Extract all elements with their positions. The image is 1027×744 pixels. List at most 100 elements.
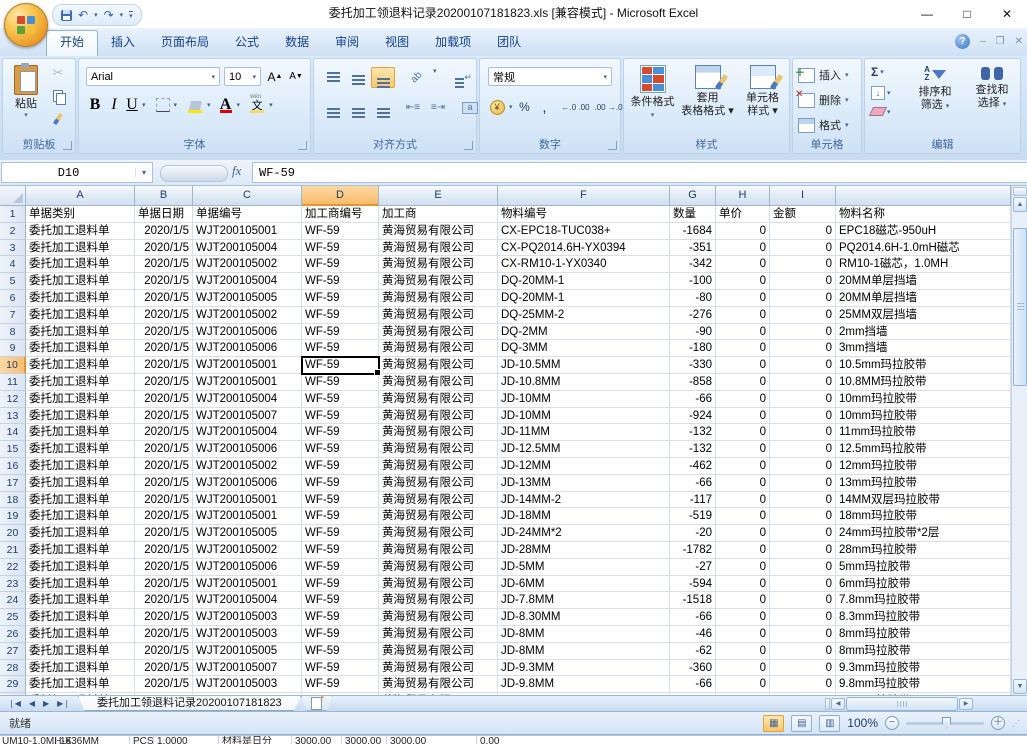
cell-B5[interactable]: 2020/1/5 (135, 273, 193, 290)
cell-A23[interactable]: 委托加工退料单 (26, 576, 135, 593)
cell-A21[interactable]: 委托加工退料单 (26, 542, 135, 559)
column-header-C[interactable]: C (193, 186, 302, 206)
cell-H18[interactable]: 0 (716, 492, 770, 509)
cell-B25[interactable]: 2020/1/5 (135, 609, 193, 626)
tab-split-handle[interactable] (825, 698, 830, 710)
align-top-button[interactable] (321, 67, 345, 88)
cell-J7[interactable]: 25MM双层挡墙 (836, 307, 1011, 324)
cell-I23[interactable]: 0 (770, 576, 836, 593)
cell-C23[interactable]: WJT200105001 (193, 576, 302, 593)
cell-C20[interactable]: WJT200105005 (193, 525, 302, 542)
cell-G5[interactable]: -100 (670, 273, 716, 290)
cell-E1[interactable]: 加工商 (379, 206, 498, 223)
increase-indent-button[interactable]: ≡⇥ (426, 97, 450, 118)
cell-G20[interactable]: -20 (670, 525, 716, 542)
cell-H3[interactable]: 0 (716, 240, 770, 257)
cell-F24[interactable]: JD-7.8MM (498, 592, 670, 609)
prev-sheet-button[interactable]: ◀ (29, 699, 35, 708)
undo-dropdown[interactable]: ▾ (94, 11, 98, 19)
cell-J10[interactable]: 10.5mm玛拉胶带 (836, 357, 1011, 374)
cell-J11[interactable]: 10.8MM玛拉胶带 (836, 374, 1011, 391)
cell-E7[interactable]: 黄海贸易有限公司 (379, 307, 498, 324)
cell-E13[interactable]: 黄海贸易有限公司 (379, 408, 498, 425)
row-header-5[interactable]: 5 (0, 273, 26, 290)
cell-I16[interactable]: 0 (770, 458, 836, 475)
phonetic-guide-button[interactable]: wén 文 (247, 95, 267, 115)
cell-J13[interactable]: 10mm玛拉胶带 (836, 408, 1011, 425)
cell-C1[interactable]: 单据编号 (193, 206, 302, 223)
row-header-24[interactable]: 24 (0, 592, 26, 609)
cell-E2[interactable]: 黄海贸易有限公司 (379, 223, 498, 240)
cell-D8[interactable]: WF-59 (302, 324, 379, 341)
cell-I5[interactable]: 0 (770, 273, 836, 290)
name-box[interactable]: D10 ▾ (1, 162, 153, 183)
formula-input[interactable]: WF-59 (252, 162, 1027, 183)
tab-团队[interactable]: 团队 (484, 30, 534, 56)
cell-A16[interactable]: 委托加工退料单 (26, 458, 135, 475)
paste-button[interactable]: 粘贴 ▾ (7, 63, 45, 135)
cell-H21[interactable]: 0 (716, 542, 770, 559)
increase-decimal-button[interactable]: ←.0 .00 (561, 97, 591, 117)
cell-D11[interactable]: WF-59 (302, 374, 379, 391)
cell-G24[interactable]: -1518 (670, 592, 716, 609)
cell-H1[interactable]: 单价 (716, 206, 770, 223)
cell-G17[interactable]: -66 (670, 475, 716, 492)
cell-H2[interactable]: 0 (716, 223, 770, 240)
cell-J4[interactable]: RM10-1磁芯，1.0MH (836, 256, 1011, 273)
copy-icon[interactable] (49, 88, 67, 104)
cell-A25[interactable]: 委托加工退料单 (26, 609, 135, 626)
cell-E5[interactable]: 黄海贸易有限公司 (379, 273, 498, 290)
cell-D12[interactable]: WF-59 (302, 391, 379, 408)
workbook-minimize-button[interactable]: – (980, 36, 986, 47)
cell-D16[interactable]: WF-59 (302, 458, 379, 475)
cell-F10[interactable]: JD-10.5MM (498, 357, 670, 374)
row-header-26[interactable]: 26 (0, 626, 26, 643)
border-button[interactable] (154, 95, 172, 115)
cell-E20[interactable]: 黄海贸易有限公司 (379, 525, 498, 542)
select-all-corner[interactable] (0, 186, 26, 206)
cell-F15[interactable]: JD-12.5MM (498, 441, 670, 458)
zoom-in-button[interactable]: ＋ (991, 716, 1005, 730)
comma-button[interactable]: , (537, 97, 553, 117)
delete-cells-button[interactable]: ✕ 删除▾ (798, 90, 849, 110)
cell-A29[interactable]: 委托加工退料单 (26, 676, 135, 693)
cell-J2[interactable]: EPC18磁芯-950uH (836, 223, 1011, 240)
cell-J12[interactable]: 10mm玛拉胶带 (836, 391, 1011, 408)
orientation-dropdown[interactable]: ▾ (433, 67, 437, 88)
cell-E22[interactable]: 黄海贸易有限公司 (379, 559, 498, 576)
cell-A11[interactable]: 委托加工退料单 (26, 374, 135, 391)
cell-G9[interactable]: -180 (670, 340, 716, 357)
autosum-button[interactable]: Σ▾ (871, 65, 891, 79)
cell-G22[interactable]: -27 (670, 559, 716, 576)
cell-I29[interactable]: 0 (770, 676, 836, 693)
cell-J16[interactable]: 12mm玛拉胶带 (836, 458, 1011, 475)
row-header-27[interactable]: 27 (0, 643, 26, 660)
vertical-scroll-thumb[interactable] (1013, 228, 1027, 386)
font-color-button[interactable]: A (217, 95, 235, 115)
cell-C13[interactable]: WJT200105007 (193, 408, 302, 425)
close-button[interactable]: ✕ (987, 0, 1027, 28)
cell-C21[interactable]: WJT200105002 (193, 542, 302, 559)
cell-G3[interactable]: -351 (670, 240, 716, 257)
cell-J1[interactable]: 物料名称 (836, 206, 1011, 223)
qat-customize-dropdown[interactable]: ▾ (129, 11, 133, 20)
cell-I3[interactable]: 0 (770, 240, 836, 257)
cell-G6[interactable]: -80 (670, 290, 716, 307)
cell-G11[interactable]: -858 (670, 374, 716, 391)
cell-E16[interactable]: 黄海贸易有限公司 (379, 458, 498, 475)
cell-E15[interactable]: 黄海贸易有限公司 (379, 441, 498, 458)
cell-F12[interactable]: JD-10MM (498, 391, 670, 408)
row-header-29[interactable]: 29 (0, 676, 26, 693)
column-header-D[interactable]: D (302, 186, 379, 206)
zoom-level[interactable]: 100% (847, 716, 878, 730)
cell-D26[interactable]: WF-59 (302, 626, 379, 643)
cell-I2[interactable]: 0 (770, 223, 836, 240)
cell-I7[interactable]: 0 (770, 307, 836, 324)
cell-A24[interactable]: 委托加工退料单 (26, 592, 135, 609)
cell-I24[interactable]: 0 (770, 592, 836, 609)
scroll-down-arrow[interactable]: ▼ (1013, 679, 1027, 694)
cell-G14[interactable]: -132 (670, 424, 716, 441)
format-as-table-button[interactable]: 套用表格格式 ▾ (681, 63, 734, 137)
cell-F27[interactable]: JD-8MM (498, 643, 670, 660)
find-select-button[interactable]: 查找和 选择 ▾ (965, 63, 1019, 137)
